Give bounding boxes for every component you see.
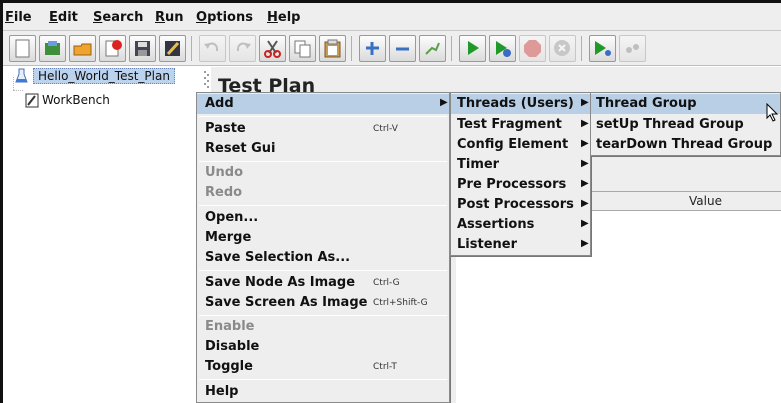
menu-item-teardown-thread-group[interactable]: tearDown Thread Group	[591, 135, 780, 155]
toolbar-separator	[191, 36, 192, 61]
start-icon[interactable]	[459, 35, 486, 62]
save-icon[interactable]	[129, 35, 156, 62]
collapse-icon[interactable]	[389, 35, 416, 62]
menu-edit[interactable]: Edit	[49, 10, 78, 25]
expand-icon[interactable]	[359, 35, 386, 62]
menu-item-listener[interactable]: Listener ▶	[451, 235, 590, 255]
menu-item-merge[interactable]: Merge	[197, 228, 449, 248]
mouse-cursor-icon	[766, 103, 779, 122]
shutdown-icon[interactable]	[549, 35, 576, 62]
menu-help[interactable]: Help	[267, 10, 300, 25]
menu-item-setup-thread-group[interactable]: setUp Thread Group	[591, 115, 780, 135]
context-menu: Add ▶ Paste Ctrl-V Reset Gui Undo Redo Ope…	[196, 92, 450, 403]
submenu-arrow-icon: ▶	[581, 118, 589, 129]
submenu-arrow-icon: ▶	[440, 97, 448, 108]
start-no-pauses-icon[interactable]	[489, 35, 516, 62]
value-column-header: Value	[689, 194, 722, 208]
menu-item-threads[interactable]: Threads (Users) ▶	[451, 94, 590, 114]
menu-bar: File Edit Search Run Options Help	[3, 3, 781, 31]
menu-item-timer[interactable]: Timer ▶	[451, 155, 590, 175]
remote-stop-icon[interactable]	[619, 35, 646, 62]
toolbar-separator	[451, 36, 452, 61]
copy-icon[interactable]	[289, 35, 316, 62]
stop-icon[interactable]	[519, 35, 546, 62]
toggle-icon[interactable]	[419, 35, 446, 62]
submenu-arrow-icon: ▶	[581, 238, 589, 249]
menu-item-help[interactable]: Help	[197, 382, 449, 402]
menu-item-test-fragment[interactable]: Test Fragment ▶	[451, 115, 590, 135]
menu-separator	[199, 379, 447, 380]
menu-separator	[199, 315, 447, 316]
menu-item-undo[interactable]: Undo	[197, 163, 449, 183]
workbench-icon	[25, 93, 39, 108]
menu-separator	[199, 270, 447, 271]
menu-item-config-element[interactable]: Config Element ▶	[451, 135, 590, 155]
menu-separator	[199, 161, 447, 162]
menu-item-reset-gui[interactable]: Reset Gui	[197, 139, 449, 159]
menu-item-pre-processors[interactable]: Pre Processors ▶	[451, 175, 590, 195]
menu-file[interactable]: File	[5, 10, 32, 25]
submenu-arrow-icon: ▶	[581, 138, 589, 149]
undo-icon[interactable]	[199, 35, 226, 62]
close-plan-icon[interactable]	[99, 35, 126, 62]
menu-item-open[interactable]: Open...	[197, 208, 449, 228]
submenu-arrow-icon: ▶	[581, 218, 589, 229]
tree-node-workbench[interactable]: WorkBench	[23, 93, 143, 109]
paste-icon[interactable]	[319, 35, 346, 62]
tree-node-label: WorkBench	[42, 93, 110, 107]
menu-item-thread-group[interactable]: Thread Group	[591, 94, 780, 114]
toolbar-separator	[351, 36, 352, 61]
submenu-arrow-icon: ▶	[581, 158, 589, 169]
submenu-arrow-icon: ▶	[581, 198, 589, 209]
menu-search[interactable]: Search	[93, 10, 143, 25]
test-plan-icon	[15, 68, 28, 83]
cut-icon[interactable]	[259, 35, 286, 62]
tree-node-test-plan[interactable]: Hello_World_Test_Plan	[13, 68, 203, 86]
save-as-icon[interactable]	[159, 35, 186, 62]
menu-separator	[199, 205, 447, 206]
submenu-arrow-icon: ▶	[581, 97, 589, 108]
templates-icon[interactable]	[39, 35, 66, 62]
new-plan-icon[interactable]	[9, 35, 36, 62]
menu-item-toggle[interactable]: Toggle Ctrl-T	[197, 357, 449, 377]
add-submenu: Threads (Users) ▶ Test Fragment ▶ Config E…	[450, 92, 591, 256]
menu-run[interactable]: Run	[155, 10, 184, 25]
redo-icon[interactable]	[229, 35, 256, 62]
open-icon[interactable]	[69, 35, 96, 62]
menu-item-disable[interactable]: Disable	[197, 337, 449, 357]
remote-start-icon[interactable]	[589, 35, 616, 62]
menu-item-save-node-image[interactable]: Save Node As Image Ctrl-G	[197, 273, 449, 293]
menu-item-paste[interactable]: Paste Ctrl-V	[197, 119, 449, 139]
menu-item-save-screen-image[interactable]: Save Screen As Image Ctrl+Shift-G	[197, 293, 449, 313]
menu-options[interactable]: Options	[196, 10, 253, 25]
submenu-arrow-icon: ▶	[581, 178, 589, 189]
threads-submenu: Thread Group setUp Thread Group tearDown…	[590, 92, 781, 156]
toolbar-separator	[581, 36, 582, 61]
menu-item-assertions[interactable]: Assertions ▶	[451, 215, 590, 235]
menu-item-enable[interactable]: Enable	[197, 317, 449, 337]
menu-item-redo[interactable]: Redo	[197, 183, 449, 203]
menu-item-add[interactable]: Add ▶	[197, 94, 449, 114]
menu-separator	[199, 116, 447, 117]
test-plan-tree: Hello_World_Test_Plan WorkBench	[3, 67, 200, 403]
menu-item-post-processors[interactable]: Post Processors ▶	[451, 195, 590, 215]
toolbar	[3, 31, 781, 66]
tree-node-label: Hello_World_Test_Plan	[33, 68, 175, 84]
menu-item-save-selection[interactable]: Save Selection As...	[197, 248, 449, 268]
tree-connector	[13, 90, 23, 91]
